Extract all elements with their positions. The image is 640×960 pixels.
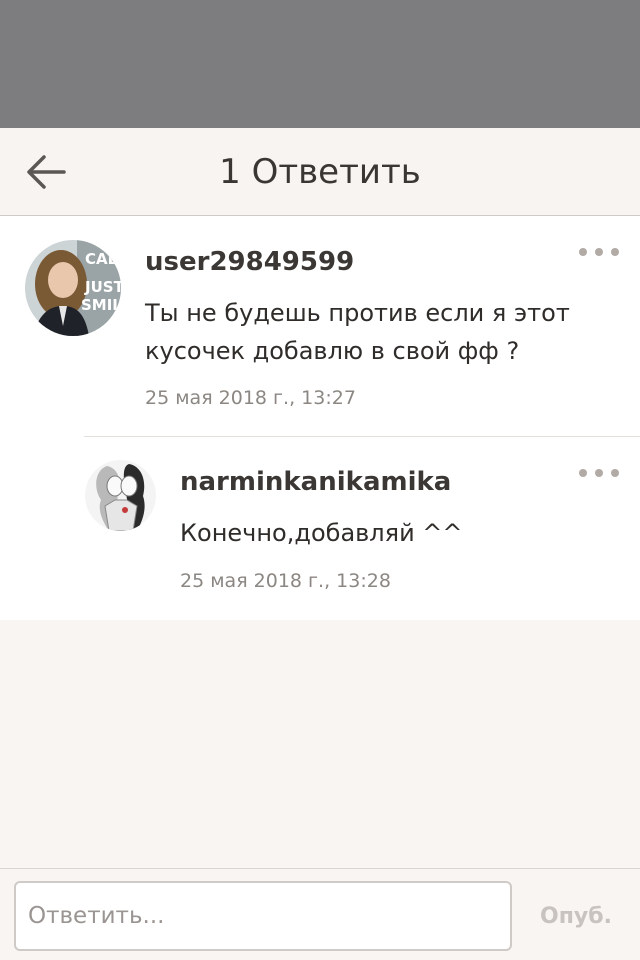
svg-text:SMILE: SMILE — [81, 296, 121, 314]
post-button[interactable]: Опуб. — [526, 881, 626, 951]
comment-timestamp: 25 мая 2018 г., 13:27 — [145, 387, 356, 409]
more-options-button[interactable] — [579, 463, 619, 483]
more-horizontal-icon — [579, 248, 587, 256]
more-options-button[interactable] — [579, 242, 619, 262]
comment-username[interactable]: user29849599 — [145, 246, 354, 278]
comment-text-line-1: Ты не будешь против если я этот — [145, 299, 570, 327]
page-title: 1 Ответить — [219, 152, 421, 192]
header-bar: 1 Ответить — [0, 128, 640, 216]
reply-input[interactable] — [14, 881, 512, 951]
comment-thread: CAL JUST SMILE user29849599 Ты не будешь… — [0, 216, 640, 620]
divider — [84, 436, 640, 437]
avatar[interactable] — [85, 460, 156, 531]
reply-timestamp: 25 мая 2018 г., 13:28 — [180, 570, 391, 592]
svg-text:JUST: JUST — [84, 278, 121, 296]
reply-composer: Опуб. — [0, 868, 640, 960]
comment-text-line-2: кусочек добавлю в свой фф ? — [145, 337, 520, 365]
more-horizontal-icon — [579, 469, 587, 477]
svg-text:CAL: CAL — [85, 250, 118, 268]
dimmed-overlay — [0, 0, 640, 128]
reply-text: Конечно,добавляй ^^ — [180, 519, 463, 547]
avatar[interactable]: CAL JUST SMILE — [25, 240, 121, 336]
reply-username[interactable]: narminkanikamika — [180, 466, 451, 498]
